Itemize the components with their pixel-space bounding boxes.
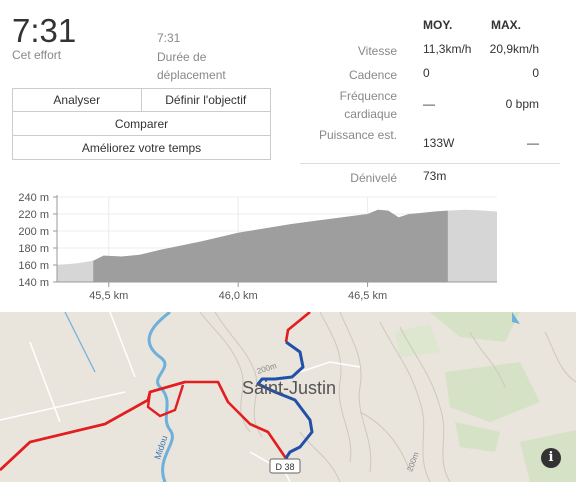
stat-max: 0 bpm (505, 97, 539, 111)
stat-label: Vitesse (357, 44, 397, 58)
action-buttons: Analyser Définir l'objectif Comparer Amé… (12, 88, 271, 160)
moving-time: 7:31 (157, 31, 181, 45)
elevation-chart: 240 m 220 m 200 m 180 m 160 m 140 m 45,5 km 46… (18, 192, 497, 302)
y-tick-label: 200 m (18, 226, 49, 238)
map-info-icon[interactable]: i (541, 448, 561, 468)
y-tick-label: 140 m (18, 277, 49, 289)
stat-label: Fréquence cardiaque (339, 89, 397, 121)
x-tick-label: 45,5 km (89, 290, 128, 302)
road-label: D 38 (275, 462, 294, 472)
stat-label: Dénivelé (350, 171, 397, 185)
y-tick-label: 160 m (18, 260, 49, 272)
analyze-button[interactable]: Analyser (12, 88, 142, 112)
chart-y-ticks: 240 m 220 m 200 m 180 m 160 m 140 m (18, 192, 57, 289)
x-tick-label: 46,0 km (219, 290, 258, 302)
improve-time-button[interactable]: Améliorez votre temps (12, 136, 271, 160)
stat-max: 0 (532, 66, 539, 80)
stat-avg: — (423, 97, 435, 111)
stat-label: Puissance est. (318, 128, 397, 142)
stat-max: 20,9km/h (489, 42, 539, 56)
place-label: Saint-Justin (242, 378, 336, 398)
stat-avg: 73m (423, 169, 447, 183)
stat-max: — (527, 136, 539, 150)
elevation-area-segment (93, 209, 448, 282)
y-tick-label: 220 m (18, 209, 49, 221)
chart-x-ticks: 45,5 km 46,0 km 46,5 km (89, 282, 387, 302)
compare-button[interactable]: Comparer (12, 112, 271, 136)
effort-label: Cet effort (12, 48, 62, 62)
stat-avg: 11,3km/h (423, 42, 472, 56)
stat-avg: 133W (423, 136, 455, 150)
max-column-header: MAX. (491, 18, 521, 32)
x-tick-label: 46,5 km (348, 290, 387, 302)
avg-column-header: MOY. (423, 18, 453, 32)
stat-avg: 0 (423, 66, 430, 80)
y-tick-label: 180 m (18, 243, 49, 255)
map-canvas[interactable]: Midou Saint-Justin 200m 200m D 38 (0, 312, 576, 482)
road-sign: D 38 (269, 458, 301, 474)
map[interactable]: Midou Saint-Justin 200m 200m D 38 (0, 312, 576, 482)
set-goal-button[interactable]: Définir l'objectif (141, 88, 271, 112)
effort-time: 7:31 (12, 12, 77, 49)
y-tick-label: 240 m (18, 192, 49, 204)
moving-time-label: Durée de déplacement (157, 50, 226, 82)
stat-label: Cadence (348, 68, 397, 82)
stats-divider (300, 163, 560, 164)
